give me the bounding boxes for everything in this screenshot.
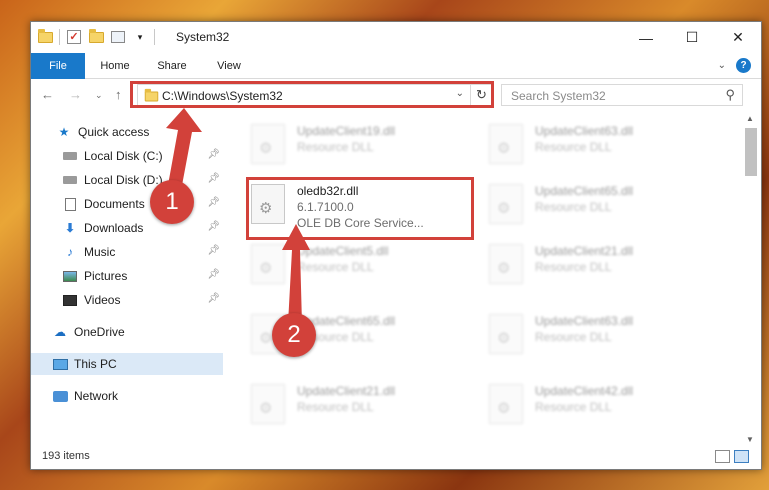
annotation-arrows (166, 108, 310, 324)
arrow-2 (282, 224, 310, 324)
step-1-badge: 1 (150, 180, 194, 224)
step-2-badge: 2 (272, 313, 316, 357)
